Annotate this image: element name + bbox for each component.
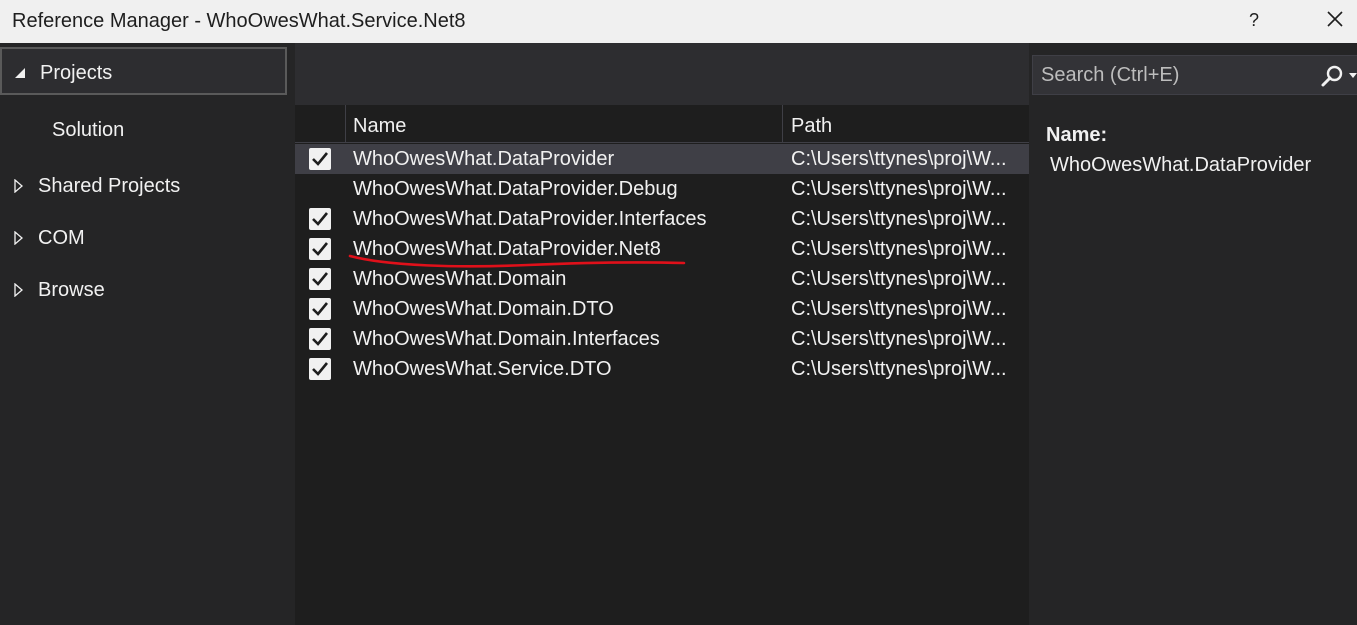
row-path: C:\Users\ttynes\proj\W... — [791, 178, 1007, 200]
help-button[interactable]: ? — [1241, 6, 1267, 34]
window-title: Reference Manager - WhoOwesWhat.Service.… — [12, 10, 466, 32]
row-path: C:\Users\ttynes\proj\W... — [791, 358, 1007, 380]
row-path: C:\Users\ttynes\proj\W... — [791, 328, 1007, 350]
sidebar-item-label: Browse — [38, 279, 105, 301]
row-path: C:\Users\ttynes\proj\W... — [791, 238, 1007, 260]
close-button[interactable] — [1318, 4, 1352, 36]
details-name-label: Name: — [1046, 124, 1108, 146]
row-path: C:\Users\ttynes\proj\W... — [791, 298, 1007, 320]
sidebar-item-solution[interactable]: Solution — [0, 106, 287, 154]
sidebar-item-label: Projects — [40, 62, 113, 84]
row-checkbox[interactable] — [309, 358, 331, 380]
row-checkbox[interactable] — [309, 298, 331, 320]
row-path: C:\Users\ttynes\proj\W... — [791, 268, 1007, 290]
row-name: WhoOwesWhat.Domain.Interfaces — [353, 328, 660, 350]
table-row[interactable]: WhoOwesWhat.DataProvider C:\Users\ttynes… — [295, 144, 1029, 174]
row-name: WhoOwesWhat.DataProvider.Interfaces — [353, 208, 707, 230]
row-name: WhoOwesWhat.Domain — [353, 268, 567, 290]
chevron-right-icon — [14, 231, 23, 245]
column-header-path[interactable]: Path — [791, 105, 832, 143]
table-row[interactable]: WhoOwesWhat.Domain.DTO C:\Users\ttynes\p… — [295, 294, 1029, 324]
row-name: WhoOwesWhat.DataProvider.Debug — [353, 178, 678, 200]
sidebar-item-com[interactable]: COM — [0, 214, 287, 262]
row-name: WhoOwesWhat.Domain.DTO — [353, 298, 614, 320]
check-icon — [312, 362, 329, 376]
row-path: C:\Users\ttynes\proj\W... — [791, 208, 1007, 230]
reference-list-panel: Name Path WhoOwesWhat.DataProvider C:\Us… — [295, 43, 1029, 625]
search-box[interactable] — [1032, 55, 1357, 95]
title-bar: Reference Manager - WhoOwesWhat.Service.… — [0, 0, 1357, 43]
search-icon[interactable] — [1320, 64, 1344, 88]
sidebar-item-label: Shared Projects — [38, 175, 181, 197]
row-name: WhoOwesWhat.DataProvider — [353, 148, 615, 170]
sidebar-item-projects[interactable]: Projects — [0, 47, 287, 95]
check-icon — [312, 212, 329, 226]
check-icon — [312, 302, 329, 316]
check-icon — [312, 152, 329, 166]
sidebar-item-shared-projects[interactable]: Shared Projects — [0, 162, 287, 210]
row-checkbox[interactable] — [309, 328, 331, 350]
search-input[interactable] — [1041, 62, 1311, 88]
details-name-value: WhoOwesWhat.DataProvider — [1050, 154, 1312, 176]
triangle-down-icon — [15, 68, 25, 78]
chevron-right-icon — [14, 283, 23, 297]
check-icon — [312, 332, 329, 346]
row-path: C:\Users\ttynes\proj\W... — [791, 148, 1007, 170]
table-row[interactable]: WhoOwesWhat.Service.DTO C:\Users\ttynes\… — [295, 354, 1029, 384]
table-row[interactable]: WhoOwesWhat.Domain.Interfaces C:\Users\t… — [295, 324, 1029, 354]
table-row[interactable]: WhoOwesWhat.DataProvider.Interfaces C:\U… — [295, 204, 1029, 234]
check-icon — [312, 272, 329, 286]
list-toolbar-strip — [295, 43, 1029, 105]
check-icon — [312, 242, 329, 256]
close-icon — [1327, 11, 1343, 27]
sidebar-item-browse[interactable]: Browse — [0, 266, 287, 314]
row-checkbox[interactable] — [309, 208, 331, 230]
table-row[interactable]: WhoOwesWhat.Domain C:\Users\ttynes\proj\… — [295, 264, 1029, 294]
table-row[interactable]: WhoOwesWhat.DataProvider.Debug C:\Users\… — [295, 174, 1029, 204]
column-separator[interactable] — [345, 105, 346, 143]
row-checkbox[interactable] — [309, 268, 331, 290]
row-checkbox[interactable] — [309, 148, 331, 170]
column-header-name[interactable]: Name — [353, 105, 406, 143]
details-panel: Name: WhoOwesWhat.DataProvider — [1029, 43, 1357, 625]
chevron-right-icon — [14, 179, 23, 193]
chevron-down-icon[interactable] — [1348, 72, 1357, 80]
column-separator[interactable] — [782, 105, 783, 143]
row-name: WhoOwesWhat.DataProvider.Net8 — [353, 238, 661, 260]
sidebar-item-label: Solution — [52, 119, 125, 141]
row-name: WhoOwesWhat.Service.DTO — [353, 358, 612, 380]
row-checkbox[interactable] — [309, 238, 331, 260]
category-sidebar: Projects Solution Shared Projects COM Br… — [0, 43, 295, 625]
grid-header: Name Path — [295, 105, 1029, 143]
table-row[interactable]: WhoOwesWhat.DataProvider.Net8 C:\Users\t… — [295, 234, 1029, 264]
sidebar-item-label: COM — [38, 227, 85, 249]
